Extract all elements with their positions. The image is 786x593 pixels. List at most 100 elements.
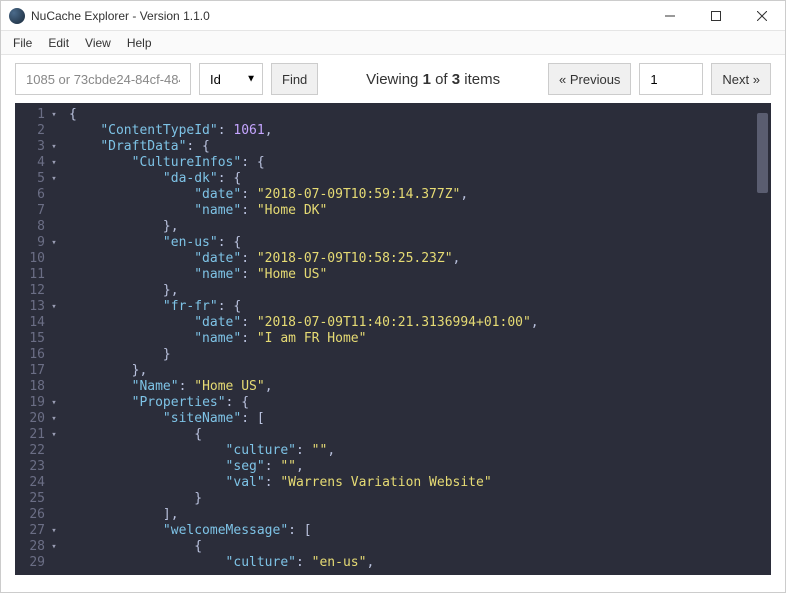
close-button[interactable]	[739, 1, 785, 31]
fold-icon[interactable]: ▾	[49, 155, 59, 171]
gutter-line: 23	[15, 459, 63, 475]
gutter-line: 1▾	[15, 107, 63, 123]
gutter-line: 27▾	[15, 523, 63, 539]
gutter-line: 21▾	[15, 427, 63, 443]
code-line: "val": "Warrens Variation Website"	[69, 475, 754, 491]
code-line: "Name": "Home US",	[69, 379, 754, 395]
code-line: "ContentTypeId": 1061,	[69, 123, 754, 139]
gutter-line: 9▾	[15, 235, 63, 251]
code-line: "date": "2018-07-09T11:40:21.3136994+01:…	[69, 315, 754, 331]
code-line: },	[69, 283, 754, 299]
editor-scrollbar[interactable]	[754, 103, 771, 575]
gutter-line: 26	[15, 507, 63, 523]
gutter-line: 25	[15, 491, 63, 507]
gutter-line: 24	[15, 475, 63, 491]
previous-button[interactable]: « Previous	[548, 63, 631, 95]
fold-icon[interactable]: ▾	[49, 523, 59, 539]
type-select[interactable]: Id ▼	[199, 63, 263, 95]
gutter-line: 18	[15, 379, 63, 395]
viewing-suffix: items	[460, 71, 500, 88]
menubar: File Edit View Help	[1, 31, 785, 55]
code-line: {	[69, 107, 754, 123]
gutter-line: 5▾	[15, 171, 63, 187]
gutter-line: 29	[15, 555, 63, 571]
code-line: {	[69, 427, 754, 443]
menu-help[interactable]: Help	[119, 33, 160, 53]
fold-icon[interactable]: ▾	[49, 235, 59, 251]
editor-content[interactable]: { "ContentTypeId": 1061, "DraftData": { …	[63, 103, 754, 575]
fold-icon[interactable]: ▾	[49, 539, 59, 555]
code-line: "name": "I am FR Home"	[69, 331, 754, 347]
viewing-mid: of	[431, 71, 452, 88]
viewing-status: Viewing 1 of 3 items	[326, 71, 540, 88]
fold-icon[interactable]: ▾	[49, 139, 59, 155]
gutter-line: 14	[15, 315, 63, 331]
code-line: "culture": "",	[69, 443, 754, 459]
type-select-value: Id	[210, 72, 221, 87]
code-line: "Properties": {	[69, 395, 754, 411]
window-controls	[647, 1, 785, 31]
code-line: "en-us": {	[69, 235, 754, 251]
gutter-line: 8	[15, 219, 63, 235]
viewing-prefix: Viewing	[366, 71, 422, 88]
code-line: "date": "2018-07-09T10:58:25.23Z",	[69, 251, 754, 267]
code-line: "culture": "en-us",	[69, 555, 754, 571]
gutter-line: 7	[15, 203, 63, 219]
code-line: }	[69, 347, 754, 363]
code-line: ],	[69, 507, 754, 523]
editor-gutter: 1▾23▾4▾5▾6789▾10111213▾141516171819▾20▾2…	[15, 103, 63, 575]
fold-icon[interactable]: ▾	[49, 395, 59, 411]
titlebar: NuCache Explorer - Version 1.1.0	[1, 1, 785, 31]
gutter-line: 19▾	[15, 395, 63, 411]
fold-icon[interactable]: ▾	[49, 427, 59, 443]
gutter-line: 22	[15, 443, 63, 459]
scrollbar-thumb[interactable]	[757, 113, 768, 193]
gutter-line: 10	[15, 251, 63, 267]
code-line: "siteName": [	[69, 411, 754, 427]
chevron-down-icon: ▼	[246, 74, 256, 85]
window-title: NuCache Explorer - Version 1.1.0	[31, 9, 647, 23]
find-button[interactable]: Find	[271, 63, 318, 95]
fold-icon[interactable]: ▾	[49, 411, 59, 427]
toolbar: Id ▼ Find Viewing 1 of 3 items « Previou…	[1, 55, 785, 103]
next-button[interactable]: Next »	[711, 63, 771, 95]
maximize-button[interactable]	[693, 1, 739, 31]
gutter-line: 28▾	[15, 539, 63, 555]
gutter-line: 16	[15, 347, 63, 363]
search-input[interactable]	[15, 63, 191, 95]
viewing-total: 3	[452, 71, 460, 88]
code-line: {	[69, 539, 754, 555]
code-line: "name": "Home US"	[69, 267, 754, 283]
gutter-line: 12	[15, 283, 63, 299]
code-line: "fr-fr": {	[69, 299, 754, 315]
code-line: }	[69, 491, 754, 507]
gutter-line: 13▾	[15, 299, 63, 315]
menu-view[interactable]: View	[77, 33, 119, 53]
fold-icon[interactable]: ▾	[49, 299, 59, 315]
minimize-button[interactable]	[647, 1, 693, 31]
viewing-current: 1	[423, 71, 431, 88]
gutter-line: 15	[15, 331, 63, 347]
page-input[interactable]	[639, 63, 703, 95]
code-line: "name": "Home DK"	[69, 203, 754, 219]
gutter-line: 2	[15, 123, 63, 139]
gutter-line: 20▾	[15, 411, 63, 427]
menu-file[interactable]: File	[5, 33, 40, 53]
gutter-line: 6	[15, 187, 63, 203]
fold-icon[interactable]: ▾	[49, 107, 59, 123]
gutter-line: 17	[15, 363, 63, 379]
gutter-line: 3▾	[15, 139, 63, 155]
code-line: "da-dk": {	[69, 171, 754, 187]
code-line: "date": "2018-07-09T10:59:14.377Z",	[69, 187, 754, 203]
fold-icon[interactable]: ▾	[49, 171, 59, 187]
code-line: },	[69, 363, 754, 379]
code-editor[interactable]: 1▾23▾4▾5▾6789▾10111213▾141516171819▾20▾2…	[15, 103, 771, 575]
code-line: "seg": "",	[69, 459, 754, 475]
menu-edit[interactable]: Edit	[40, 33, 77, 53]
code-line: "DraftData": {	[69, 139, 754, 155]
code-line: },	[69, 219, 754, 235]
gutter-line: 11	[15, 267, 63, 283]
gutter-line: 4▾	[15, 155, 63, 171]
code-line: "CultureInfos": {	[69, 155, 754, 171]
app-icon	[9, 8, 25, 24]
